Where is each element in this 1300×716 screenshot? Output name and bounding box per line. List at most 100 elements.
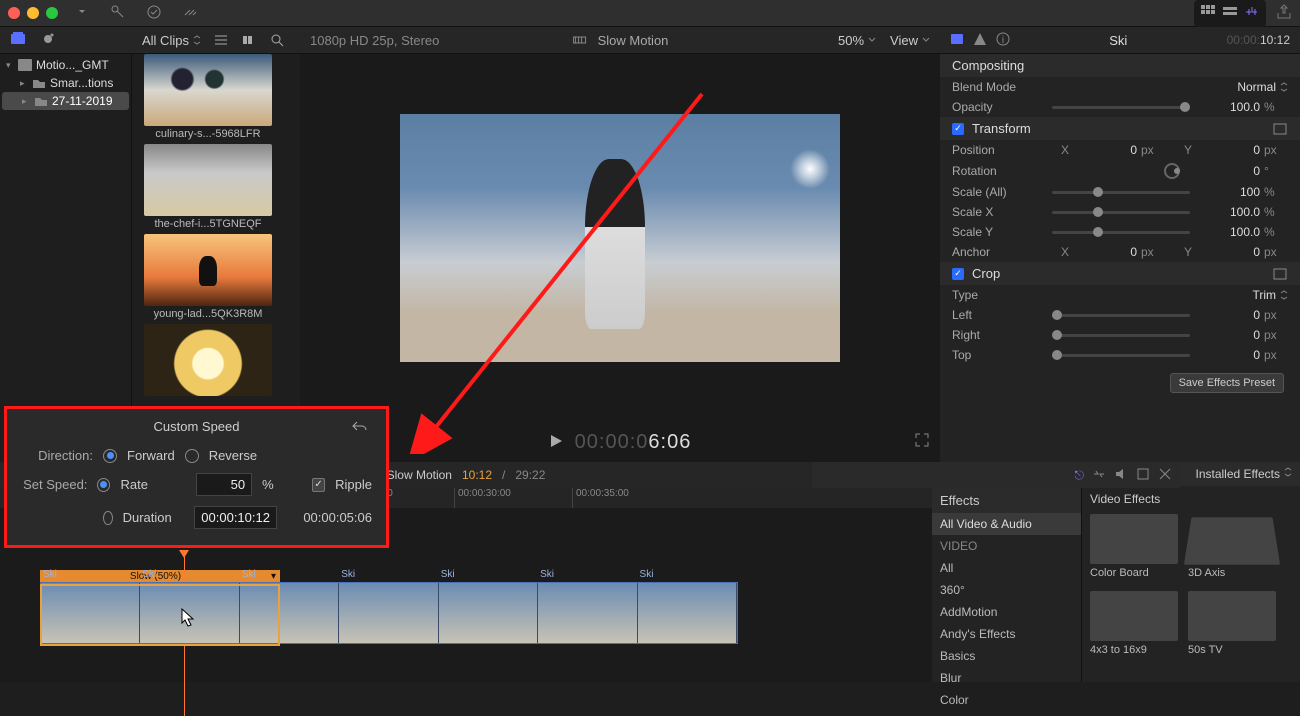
retime-menu-icon xyxy=(572,32,588,48)
browser-clip[interactable] xyxy=(132,324,300,402)
color-inspector-icon[interactable] xyxy=(974,33,986,48)
clips-filter-dropdown[interactable]: All Clips xyxy=(142,33,201,48)
save-preset-button[interactable]: Save Effects Preset xyxy=(1170,373,1284,393)
transform-header[interactable]: Transform xyxy=(940,117,1300,140)
video-inspector-icon[interactable] xyxy=(950,32,964,49)
effect-tile[interactable]: Color Board xyxy=(1090,514,1178,579)
clip-browser: culinary-s...-5968LFR the-chef-i...5TGNE… xyxy=(132,54,300,462)
clip-thumbnail xyxy=(144,144,272,216)
speed-duration-radio[interactable] xyxy=(103,511,113,525)
scale-x-field[interactable]: 100.0 xyxy=(1200,205,1260,219)
direction-reverse-radio[interactable] xyxy=(185,449,199,463)
info-inspector-icon[interactable]: i xyxy=(996,32,1010,49)
filmstrip-view-icon[interactable] xyxy=(241,32,257,48)
custom-speed-popup: Custom Speed Direction: Forward Reverse … xyxy=(4,406,389,548)
speed-rate-radio[interactable] xyxy=(97,478,110,492)
zoom-dropdown[interactable]: 50% xyxy=(838,33,876,48)
video-content xyxy=(585,159,645,329)
share-tab-icon[interactable] xyxy=(1136,467,1150,484)
effects-cat-item[interactable]: Andy's Effects xyxy=(932,623,1081,645)
effects-cat-item[interactable]: Blur xyxy=(932,667,1081,689)
effect-tile[interactable]: 4x3 to 16x9 xyxy=(1090,591,1178,656)
audio-tab-icon[interactable] xyxy=(1114,467,1128,484)
transitions-tab-icon[interactable] xyxy=(1092,467,1106,484)
minimize-icon[interactable] xyxy=(27,7,39,19)
crop-reset-icon[interactable] xyxy=(1272,267,1288,281)
sidebar-item-smart[interactable]: ▸Smar...tions xyxy=(0,74,131,92)
play-button[interactable] xyxy=(549,431,563,454)
effect-tile[interactable]: 50s TV xyxy=(1188,591,1276,656)
search-icon[interactable] xyxy=(269,32,285,48)
keyword-icon[interactable] xyxy=(110,4,126,23)
view-dropdown[interactable]: View xyxy=(890,33,930,48)
library-icon[interactable] xyxy=(10,31,26,50)
viewer-frame[interactable] xyxy=(400,114,840,362)
chevron-updown-icon xyxy=(1280,82,1288,92)
inspector-clip-tc: 00:00:10:12 xyxy=(1227,33,1290,47)
sidebar-item-motion[interactable]: ▾Motio..._GMT xyxy=(0,56,131,74)
maximize-icon[interactable] xyxy=(46,7,58,19)
rotation-dial[interactable] xyxy=(1164,163,1180,179)
background-tasks-icon[interactable] xyxy=(146,4,162,23)
scale-all-field[interactable]: 100 xyxy=(1200,185,1260,199)
rate-value-field[interactable]: 50 xyxy=(196,473,252,496)
installed-effects-dropdown[interactable]: Installed Effects xyxy=(1196,467,1293,481)
viewer: 00:00:06:06 xyxy=(300,54,940,462)
effect-thumbnail xyxy=(1188,591,1276,641)
crop-type-dropdown[interactable]: Trim xyxy=(1252,288,1288,302)
sidebar-item-date[interactable]: ▸27-11-2019 xyxy=(2,92,129,110)
crop-checkbox[interactable] xyxy=(952,268,964,280)
browser-clip[interactable]: culinary-s...-5968LFR xyxy=(132,54,300,144)
anchor-y-field[interactable]: 0 xyxy=(1200,245,1260,259)
chevron-down-icon xyxy=(868,37,876,43)
scale-x-slider[interactable] xyxy=(1052,211,1190,214)
position-y-field[interactable]: 0 xyxy=(1200,143,1260,157)
share-icon[interactable] xyxy=(1276,4,1292,23)
photos-icon[interactable] xyxy=(40,31,56,50)
effects-cat-all[interactable]: All Video & Audio xyxy=(932,513,1081,535)
crop-right-slider[interactable] xyxy=(1052,334,1190,337)
effects-tab-icon[interactable]: ⎋ xyxy=(1075,468,1085,483)
crop-top-field[interactable]: 0 xyxy=(1200,348,1260,362)
browser-clip[interactable]: young-lad...5QK3R8M xyxy=(132,234,300,324)
anchor-x-field[interactable]: 0 xyxy=(1077,245,1137,259)
browser-layout-icon[interactable] xyxy=(1200,4,1216,23)
undo-button[interactable] xyxy=(352,419,368,436)
fullscreen-button[interactable] xyxy=(914,431,930,454)
browser-clip[interactable]: the-chef-i...5TGNEQF xyxy=(132,144,300,234)
transform-checkbox[interactable] xyxy=(952,123,964,135)
close-panel-icon[interactable] xyxy=(1158,467,1172,484)
effects-cat-item[interactable]: 360° xyxy=(932,579,1081,601)
effects-cat-item[interactable]: AddMotion xyxy=(932,601,1081,623)
crop-header[interactable]: Crop xyxy=(940,262,1300,285)
ripple-checkbox[interactable] xyxy=(312,478,325,492)
effects-cat-item[interactable]: Color xyxy=(932,689,1081,711)
scale-y-field[interactable]: 100.0 xyxy=(1200,225,1260,239)
transform-reset-icon[interactable] xyxy=(1272,122,1288,136)
import-icon[interactable] xyxy=(74,4,90,23)
rotation-field[interactable]: 0 xyxy=(1200,164,1260,178)
crop-top-slider[interactable] xyxy=(1052,354,1190,357)
close-icon[interactable] xyxy=(8,7,20,19)
crop-right-field[interactable]: 0 xyxy=(1200,328,1260,342)
list-view-icon[interactable] xyxy=(213,32,229,48)
duration-field[interactable]: 00:00:10:12 xyxy=(194,506,277,529)
effects-cat-item[interactable]: Basics xyxy=(932,645,1081,667)
inspector-layout-icon[interactable] xyxy=(1244,4,1260,23)
crop-left-slider[interactable] xyxy=(1052,314,1190,317)
enhance-icon[interactable] xyxy=(182,4,198,23)
blend-mode-dropdown[interactable]: Normal xyxy=(1237,80,1288,94)
timeline-clip[interactable]: Ski Ski Ski Ski Ski Ski Ski xyxy=(40,582,738,644)
titles-icon[interactable] xyxy=(70,31,86,50)
scale-y-slider[interactable] xyxy=(1052,231,1190,234)
scale-all-slider[interactable] xyxy=(1052,191,1190,194)
opacity-slider[interactable] xyxy=(1052,106,1190,109)
opacity-value[interactable]: 100.0 xyxy=(1200,100,1260,114)
direction-forward-radio[interactable] xyxy=(103,449,117,463)
timeline-layout-icon[interactable] xyxy=(1222,4,1238,23)
position-x-field[interactable]: 0 xyxy=(1077,143,1137,157)
svg-text:i: i xyxy=(1002,35,1004,46)
crop-left-field[interactable]: 0 xyxy=(1200,308,1260,322)
effects-cat-item[interactable]: All xyxy=(932,557,1081,579)
effect-tile[interactable]: 3D Axis xyxy=(1188,514,1276,579)
